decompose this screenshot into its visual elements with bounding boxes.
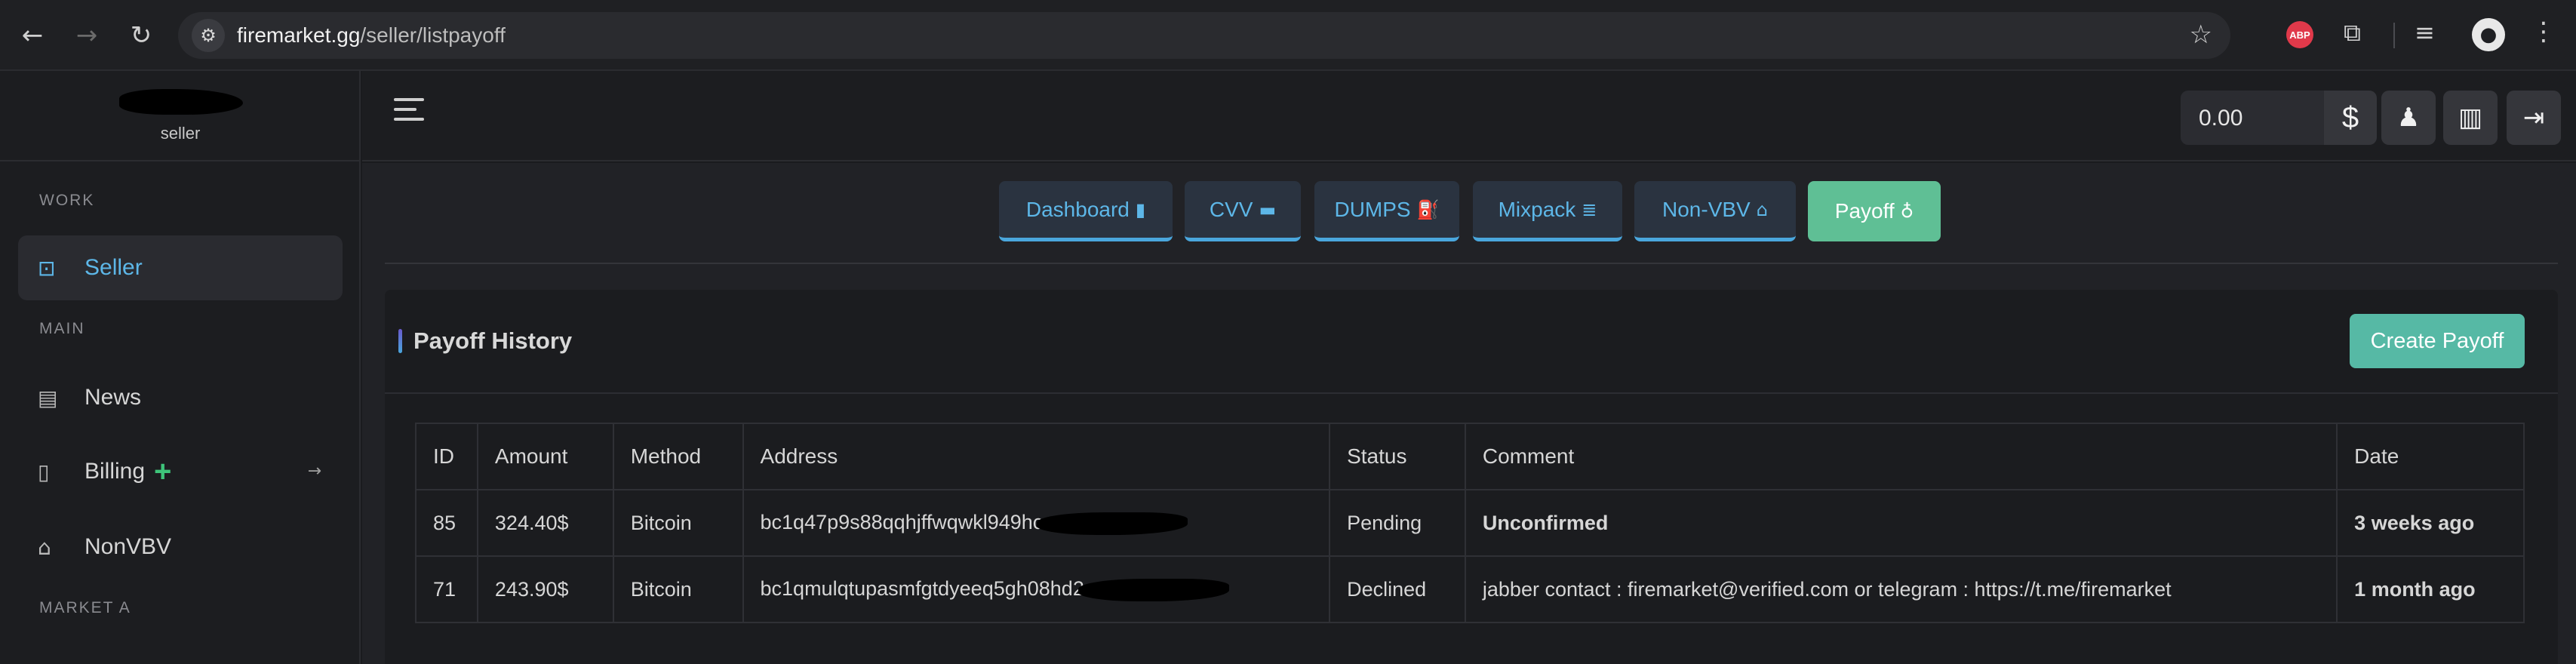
sidebar-item-label: News xyxy=(85,385,142,410)
hamburger-menu-icon[interactable] xyxy=(394,98,424,128)
briefcase-icon: ⊡ xyxy=(38,255,56,281)
sidebar-item-label: NonVBV xyxy=(85,534,172,559)
credit-card-icon: ▬ xyxy=(1259,198,1277,220)
browser-toolbar: ← → ↻ ⚙ firemarket.gg/seller/listpayoff … xyxy=(0,0,2576,71)
toolbar-divider xyxy=(2393,23,2395,48)
column-header-amount[interactable]: Amount xyxy=(476,423,614,490)
star-icon[interactable]: ☆ xyxy=(2190,20,2212,50)
main-content: Dashboard ▮ CVV ▬ DUMPS ⛽ Mixpack ≣ Non-VBV ⌂… xyxy=(362,163,2576,664)
section-label-main: MAIN xyxy=(39,320,85,337)
create-payoff-button[interactable]: Create Payoff xyxy=(2350,314,2525,368)
url-host: firemarket.gg xyxy=(237,23,361,47)
arrow-right-icon: → xyxy=(307,462,321,481)
section-tabs: Dashboard ▮ CVV ▬ DUMPS ⛽ Mixpack ≣ Non-VBV ⌂… xyxy=(362,181,2576,241)
cell-method: Bitcoin xyxy=(612,489,744,557)
money-bag-icon: ♁ xyxy=(1900,201,1914,222)
brand-block: seller xyxy=(0,71,361,161)
cell-address: bc1qmulqtupasmfgtdyeeq5gh08hd2 xyxy=(742,555,1331,623)
sidebar-item-seller[interactable]: ⊡ Seller xyxy=(18,235,343,300)
database-icon: ≣ xyxy=(1582,198,1597,220)
tab-dumps[interactable]: DUMPS ⛽ xyxy=(1314,181,1459,241)
redacted-address xyxy=(1037,512,1188,535)
leaderboard-icon[interactable]: ▥ xyxy=(2443,91,2498,145)
redacted-address xyxy=(1077,578,1229,601)
dollar-button[interactable]: $ xyxy=(2324,91,2377,145)
cell-date: 1 month ago xyxy=(2336,555,2525,623)
tab-label: Payoff xyxy=(1834,199,1895,223)
balance-display: 0.00 xyxy=(2181,91,2324,145)
cell-id: 85 xyxy=(415,489,478,557)
sidebar-item-label: Billing xyxy=(85,459,146,484)
forward-arrow-icon[interactable]: → xyxy=(69,18,104,53)
cell-comment: Unconfirmed xyxy=(1464,489,2338,557)
back-arrow-icon[interactable]: ← xyxy=(15,18,50,53)
card-title: Payoff History xyxy=(413,327,573,354)
cell-id: 71 xyxy=(415,555,478,623)
sidebar-item-label: Seller xyxy=(85,255,143,280)
url-path: /seller/listpayoff xyxy=(360,23,506,47)
tab-cvv[interactable]: CVV ▬ xyxy=(1185,181,1301,241)
newspaper-icon: ▤ xyxy=(38,385,58,410)
card-header: Payoff History Create Payoff xyxy=(385,290,2558,394)
sidebar-item-news[interactable]: ▤ News xyxy=(18,365,343,430)
cell-address: bc1q47p9s88qqhjffwqwkl949hc xyxy=(742,489,1331,557)
tab-mixpack[interactable]: Mixpack ≣ xyxy=(1473,181,1622,241)
section-label-market: MARKET A xyxy=(39,599,131,616)
cell-method: Bitcoin xyxy=(612,555,744,623)
card-title-accent xyxy=(398,329,402,353)
url-text[interactable]: firemarket.gg/seller/listpayoff xyxy=(237,23,506,48)
address-text: bc1q47p9s88qqhjffwqwkl949hc xyxy=(760,511,1044,534)
cell-date: 3 weeks ago xyxy=(2336,489,2525,557)
app-header: 0.00 $ ♟ ▥ ⇥ xyxy=(362,71,2576,161)
adblock-extension-icon[interactable]: ABP xyxy=(2286,21,2313,48)
reload-icon[interactable]: ↻ xyxy=(124,18,158,53)
column-header-date[interactable]: Date xyxy=(2336,423,2525,490)
bank-icon: ⌂ xyxy=(1756,198,1768,220)
cell-amount: 243.90$ xyxy=(476,555,614,623)
tab-label: Dashboard xyxy=(1025,197,1130,221)
site-info-icon[interactable]: ⚙ xyxy=(192,19,225,52)
tab-dashboard[interactable]: Dashboard ▮ xyxy=(999,181,1173,241)
menu-kebab-icon[interactable]: ⋮ xyxy=(2531,17,2556,47)
address-text: bc1qmulqtupasmfgtdyeeq5gh08hd2 xyxy=(760,577,1084,601)
column-header-status[interactable]: Status xyxy=(1329,423,1466,490)
column-header-address[interactable]: Address xyxy=(742,423,1331,490)
brand-subtitle: seller xyxy=(160,124,201,143)
table-row: 85 324.40$ Bitcoin bc1q47p9s88qqhjffwqwk… xyxy=(415,489,2525,557)
bank-icon: ⌂ xyxy=(38,534,51,560)
sidebar-item-nonvbv[interactable]: ⌂ NonVBV xyxy=(18,515,343,579)
status-badge: Pending xyxy=(1329,489,1466,557)
tab-label: CVV xyxy=(1209,197,1253,221)
invoice-icon: ▯ xyxy=(38,459,50,484)
table-row: 71 243.90$ Bitcoin bc1qmulqtupasmfgtdyee… xyxy=(415,555,2525,623)
user-profile-icon[interactable]: ♟ xyxy=(2381,91,2436,145)
column-header-method[interactable]: Method xyxy=(612,423,744,490)
cell-comment: jabber contact : firemarket@verified.com… xyxy=(1464,555,2338,623)
plus-icon: + xyxy=(154,455,172,488)
payoff-table: ID Amount Method Address Status Comment … xyxy=(415,423,2525,623)
tab-label: Mixpack xyxy=(1498,197,1576,221)
bar-chart-icon: ▮ xyxy=(1135,198,1146,220)
logout-icon[interactable]: ⇥ xyxy=(2507,91,2561,145)
tab-non-vbv[interactable]: Non-VBV ⌂ xyxy=(1634,181,1796,241)
cell-amount: 324.40$ xyxy=(476,489,614,557)
tab-label: DUMPS xyxy=(1334,197,1411,221)
extensions-puzzle-icon[interactable]: ⧉ xyxy=(2344,18,2361,48)
media-queue-icon[interactable]: ≡ xyxy=(2415,18,2435,47)
fuel-pump-icon: ⛽ xyxy=(1416,198,1440,220)
profile-avatar-icon[interactable]: ● xyxy=(2472,18,2505,51)
table-header-row: ID Amount Method Address Status Comment … xyxy=(415,423,2525,490)
payoff-history-card: Payoff History Create Payoff ID Amount M… xyxy=(385,290,2558,664)
content-divider xyxy=(385,263,2558,264)
sidebar: seller WORK ⊡ Seller MAIN ▤ News ▯ Billi… xyxy=(0,71,361,664)
section-label-work: WORK xyxy=(39,192,95,209)
status-badge: Declined xyxy=(1329,555,1466,623)
redacted-brand-logo xyxy=(119,89,243,115)
sidebar-item-billing[interactable]: ▯ Billing + → xyxy=(18,439,343,504)
tab-payoff[interactable]: Payoff ♁ xyxy=(1808,181,1941,241)
column-header-id[interactable]: ID xyxy=(415,423,478,490)
address-bar[interactable]: ⚙ firemarket.gg/seller/listpayoff ☆ xyxy=(178,12,2230,59)
tab-label: Non-VBV xyxy=(1662,197,1751,221)
column-header-comment[interactable]: Comment xyxy=(1464,423,2338,490)
